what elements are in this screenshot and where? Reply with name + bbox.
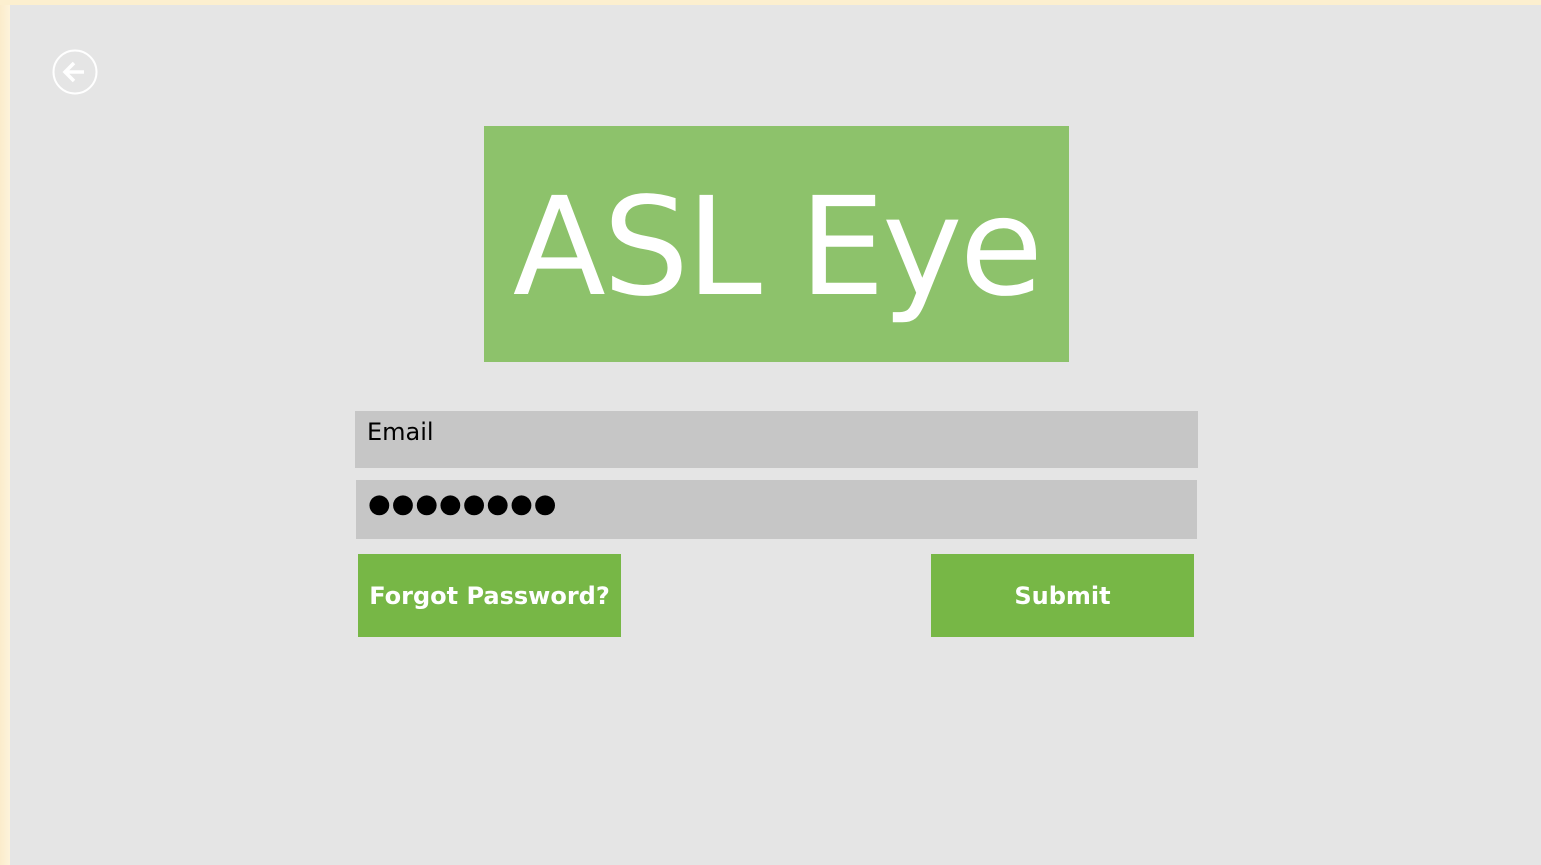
submit-button[interactable]: Submit	[931, 554, 1194, 637]
forgot-password-label: Forgot Password?	[369, 581, 610, 610]
email-field-value: Email	[367, 418, 434, 446]
password-field[interactable]: ●●●●●●●●	[356, 480, 1197, 539]
window-frame-edge	[0, 0, 10, 865]
app-logo: ASL Eye	[484, 126, 1069, 362]
back-button[interactable]	[52, 49, 98, 95]
arrow-left-circle-icon[interactable]	[52, 49, 98, 95]
forgot-password-button[interactable]: Forgot Password?	[358, 554, 621, 637]
password-field-mask: ●●●●●●●●	[368, 488, 558, 519]
logo-text: ASL Eye	[512, 169, 1043, 327]
submit-label: Submit	[1014, 581, 1111, 610]
app-page: ASL Eye Email ●●●●●●●● Forgot Password? …	[10, 5, 1541, 865]
email-field[interactable]: Email	[355, 411, 1198, 468]
